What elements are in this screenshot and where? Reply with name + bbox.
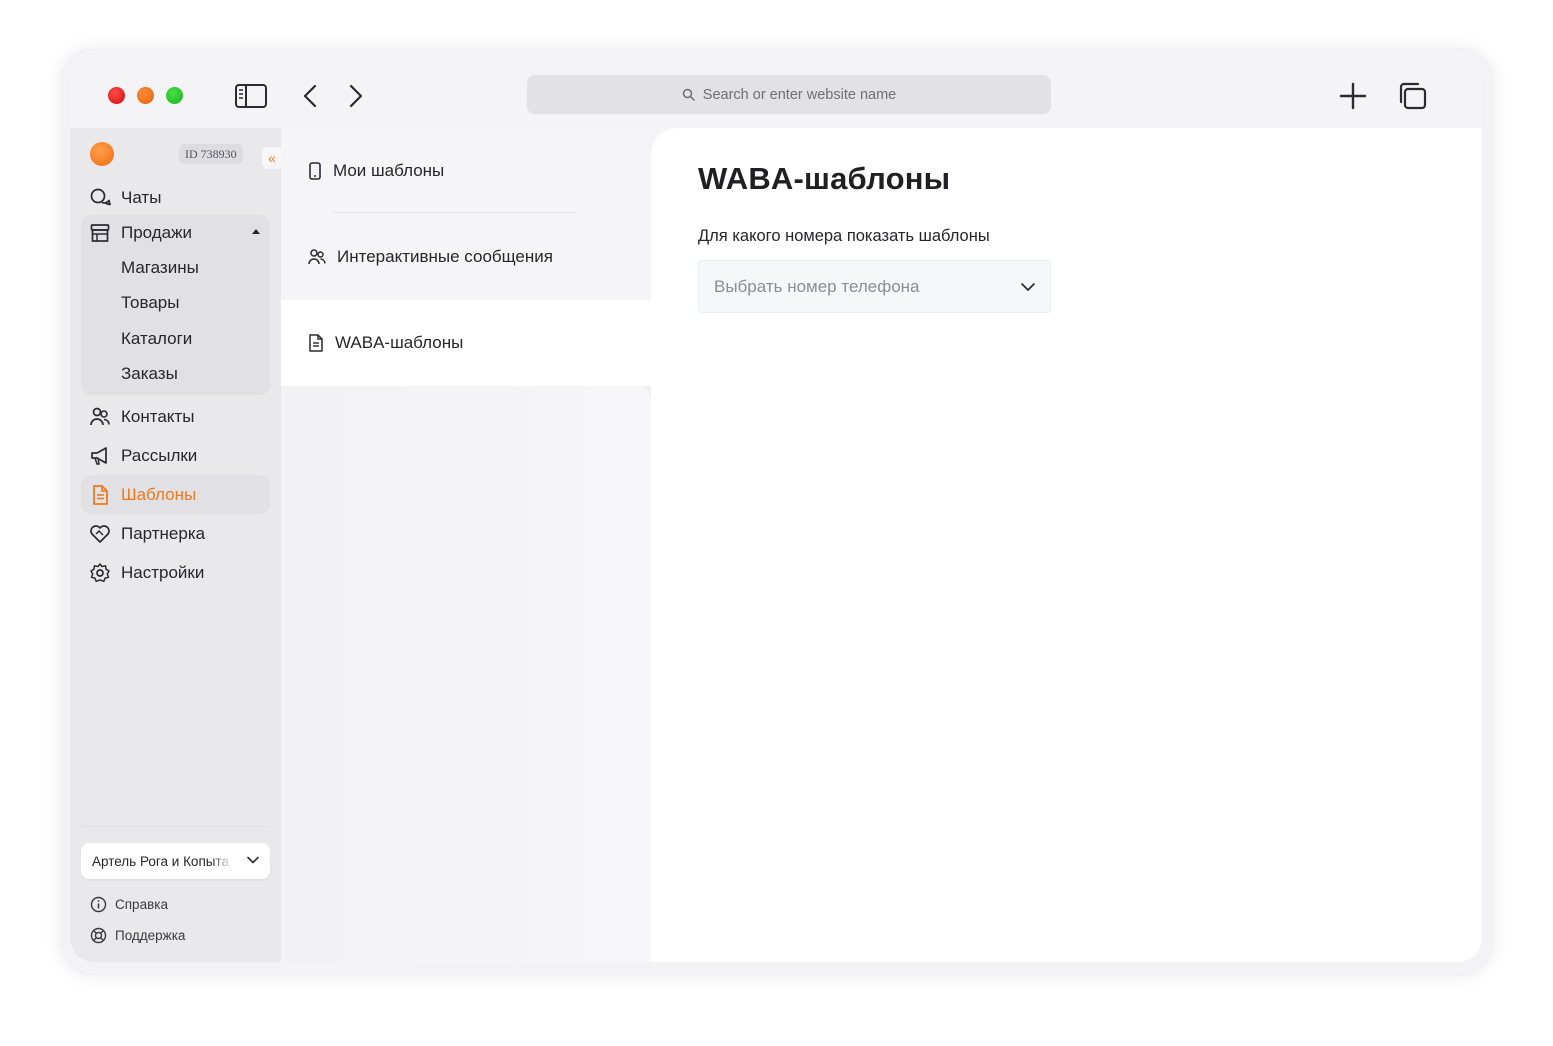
- sidebar: ID 738930 « Чаты Продажи Магазины Товары…: [70, 128, 282, 962]
- support-link[interactable]: Поддержка: [90, 927, 185, 944]
- sidebar-item-label: Партнерка: [121, 523, 206, 543]
- avatar[interactable]: [90, 142, 114, 166]
- account-id-badge: ID 738930: [179, 144, 243, 164]
- sidebar-item-label: Чаты: [121, 187, 162, 207]
- templates-submenu: Мои шаблоны Интерактивные сообщения WABA…: [281, 128, 651, 962]
- chat-bubbles-icon: [89, 187, 111, 209]
- address-bar-placeholder: Search or enter website name: [702, 86, 897, 103]
- back-arrow-icon[interactable]: [294, 80, 328, 112]
- sidebar-item-settings[interactable]: Настройки: [81, 553, 270, 592]
- sidebar-subitem-orders[interactable]: Заказы: [81, 357, 270, 393]
- sidebar-item-label: Настройки: [121, 562, 205, 582]
- sidebar-subitem-products[interactable]: Товары: [81, 286, 270, 322]
- app-frame: Search or enter website name ID 738930 «…: [70, 58, 1482, 962]
- support-label: Поддержка: [115, 928, 186, 943]
- megaphone-icon: [89, 445, 111, 467]
- browser-window: Search or enter website name ID 738930 «…: [62, 50, 1492, 974]
- info-icon: [90, 896, 107, 913]
- handshake-heart-icon: [89, 523, 111, 545]
- tab-label: Интерактивные сообщения: [337, 247, 553, 266]
- document-icon: [89, 484, 111, 506]
- sidebar-item-sales[interactable]: Продажи: [81, 215, 270, 250]
- lifebuoy-icon: [90, 927, 107, 944]
- sidebar-divider: [81, 826, 270, 827]
- chevron-down-icon: [247, 856, 259, 864]
- tab-overview-icon[interactable]: [1395, 80, 1429, 112]
- help-label: Справка: [115, 897, 168, 912]
- contacts-icon: [89, 406, 111, 428]
- company-name: Артель Рога и Копыта: [92, 853, 229, 869]
- phone-field-label: Для какого номера показать шаблоны: [698, 227, 990, 245]
- phone-number-select[interactable]: Выбрать номер телефона: [698, 260, 1051, 313]
- new-tab-plus-icon[interactable]: [1336, 80, 1370, 112]
- help-link[interactable]: Справка: [90, 896, 168, 913]
- submenu-divider: [332, 212, 577, 213]
- sidebar-toggle-icon[interactable]: [234, 80, 268, 112]
- address-bar[interactable]: Search or enter website name: [527, 75, 1051, 114]
- forward-arrow-icon[interactable]: [338, 80, 372, 112]
- caret-up-icon[interactable]: [252, 229, 260, 234]
- page-title: WABA-шаблоны: [698, 161, 951, 196]
- sidebar-item-templates[interactable]: Шаблоны: [81, 475, 270, 514]
- tab-label: Мои шаблоны: [333, 161, 445, 180]
- search-icon: [682, 88, 695, 101]
- tab-waba-templates[interactable]: WABA-шаблоны: [281, 300, 651, 386]
- browser-toolbar: Search or enter website name: [70, 58, 1482, 128]
- users-icon: [308, 249, 326, 265]
- company-select[interactable]: Артель Рога и Копыта: [81, 843, 270, 879]
- close-window-button[interactable]: [108, 87, 125, 104]
- sidebar-item-label: Шаблоны: [121, 484, 197, 504]
- gear-icon: [89, 562, 111, 584]
- submenu-empty-area: [281, 386, 651, 962]
- sidebar-item-label: Контакты: [121, 406, 195, 426]
- sales-group: Продажи Магазины Товары Каталоги Заказы: [81, 215, 270, 395]
- maximize-window-button[interactable]: [166, 87, 183, 104]
- sidebar-nav: Чаты Продажи Магазины Товары Каталоги За…: [81, 180, 270, 592]
- phone-icon: [309, 162, 321, 180]
- main-content: WABA-шаблоны Для какого номера показать …: [651, 128, 1482, 962]
- sidebar-item-chats[interactable]: Чаты: [81, 180, 270, 215]
- chevron-down-icon: [1021, 283, 1035, 291]
- tab-my-templates[interactable]: Мои шаблоны: [281, 128, 651, 214]
- sidebar-item-mailings[interactable]: Рассылки: [81, 436, 270, 475]
- sidebar-item-label: Продажи: [121, 222, 192, 242]
- sidebar-subitem-catalogs[interactable]: Каталоги: [81, 321, 270, 357]
- sidebar-subitem-shops[interactable]: Магазины: [81, 250, 270, 286]
- sidebar-item-partner[interactable]: Партнерка: [81, 514, 270, 553]
- document-icon: [309, 334, 323, 352]
- store-icon: [89, 222, 111, 244]
- tab-interactive-messages[interactable]: Интерактивные сообщения: [281, 214, 651, 300]
- phone-select-placeholder: Выбрать номер телефона: [714, 276, 920, 296]
- minimize-window-button[interactable]: [137, 87, 154, 104]
- collapse-sidebar-button[interactable]: «: [262, 147, 282, 169]
- tab-label: WABA-шаблоны: [335, 333, 464, 352]
- sidebar-item-label: Рассылки: [121, 445, 198, 465]
- sidebar-item-contacts[interactable]: Контакты: [81, 397, 270, 436]
